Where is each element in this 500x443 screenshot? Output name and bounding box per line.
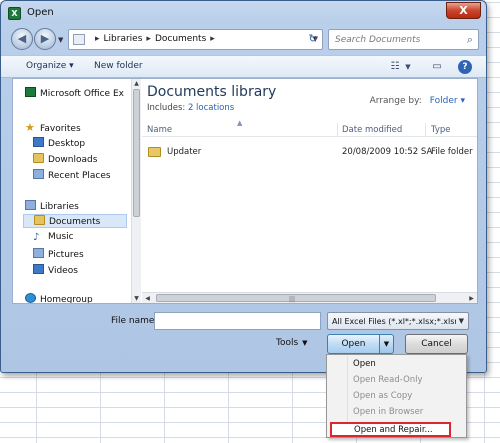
menu-item-open-read-only: Open Read-Only xyxy=(353,375,423,385)
column-type[interactable]: Type xyxy=(431,125,451,135)
column-header-row: ▲ Name Date modified Type xyxy=(142,119,477,137)
nav-item-videos[interactable]: Videos xyxy=(33,264,78,276)
file-type-value: All Excel Files (*.xl*;*.xlsx;*.xlsm; xyxy=(332,317,456,326)
file-name-input[interactable] xyxy=(154,312,321,330)
column-name[interactable]: Name xyxy=(147,125,172,135)
command-toolbar: Organize ▾ New folder ☷ ▼ ▭ ? xyxy=(1,55,486,78)
scroll-down-arrow[interactable]: ▼ xyxy=(132,294,141,303)
pictures-icon xyxy=(33,248,44,258)
navigation-scroll-thumb[interactable] xyxy=(133,89,140,217)
libraries-icon xyxy=(25,200,36,210)
star-icon: ★ xyxy=(25,121,35,134)
file-name: Updater xyxy=(167,147,202,157)
folder-icon xyxy=(148,147,161,157)
locations-link[interactable]: 2 locations xyxy=(188,103,234,113)
horizontal-scrollbar[interactable]: ◀ ||| ▶ xyxy=(142,292,477,303)
music-icon: ♪ xyxy=(33,232,40,243)
menu-item-open-in-browser: Open in Browser xyxy=(353,407,424,417)
refresh-icon[interactable]: ↻ xyxy=(306,32,320,46)
homegroup-icon xyxy=(25,293,36,303)
desktop-icon xyxy=(33,137,44,147)
file-name-label: File name: xyxy=(111,316,158,326)
organize-button[interactable]: Organize ▾ xyxy=(26,61,74,71)
new-folder-button[interactable]: New folder xyxy=(94,61,143,71)
file-type-select[interactable]: All Excel Files (*.xl*;*.xlsx;*.xlsm; ▼ xyxy=(327,312,469,330)
forward-button[interactable]: ▶ xyxy=(34,28,56,50)
preview-pane-icon[interactable]: ▭ xyxy=(429,59,445,75)
menu-item-open-and-repair[interactable]: Open and Repair... xyxy=(330,422,451,437)
videos-icon xyxy=(33,264,44,274)
excel-icon xyxy=(25,87,36,97)
column-divider[interactable] xyxy=(337,123,338,136)
sort-indicator-icon: ▲ xyxy=(237,119,243,127)
window-title: Open xyxy=(27,7,54,18)
downloads-folder-icon xyxy=(33,153,44,163)
address-bar[interactable]: ▸ Libraries ▸ Documents ▸ ▼ xyxy=(68,29,323,50)
change-view-icon[interactable]: ☷ xyxy=(387,59,403,75)
title-bar: X Open X xyxy=(1,1,486,25)
file-type: File folder xyxy=(431,147,473,157)
menu-item-open-as-copy: Open as Copy xyxy=(353,391,413,401)
nav-item-desktop[interactable]: Desktop xyxy=(33,137,85,149)
navigation-scrollbar[interactable]: ▲ ▼ xyxy=(131,79,141,303)
recent-locations-dropdown[interactable]: ▼ xyxy=(58,36,63,44)
search-input[interactable]: Search Documents ⌕ xyxy=(328,29,479,50)
excel-app-icon: X xyxy=(8,7,21,20)
open-and-repair-label: Open and Repair... xyxy=(354,425,433,435)
chevron-down-icon: ▼ xyxy=(458,317,464,325)
nav-header-libraries[interactable]: Libraries xyxy=(25,200,79,212)
help-icon[interactable]: ? xyxy=(458,60,472,74)
nav-item-pictures[interactable]: Pictures xyxy=(33,248,84,260)
nav-item-microsoft-office[interactable]: Microsoft Office Ex xyxy=(25,87,124,99)
nav-item-recent-places[interactable]: Recent Places xyxy=(33,169,111,181)
nav-item-homegroup[interactable]: Homegroup xyxy=(25,293,93,303)
scroll-up-arrow[interactable]: ▲ xyxy=(132,79,141,88)
search-placeholder: Search Documents xyxy=(335,35,421,45)
breadcrumb-libraries[interactable]: Libraries xyxy=(104,34,143,44)
documents-icon xyxy=(34,215,45,225)
libraries-icon xyxy=(73,34,85,45)
scroll-left-arrow[interactable]: ◀ xyxy=(143,294,152,303)
horizontal-scroll-thumb[interactable]: ||| xyxy=(156,294,436,303)
recent-places-icon xyxy=(33,169,44,179)
menu-item-open[interactable]: Open xyxy=(353,359,376,369)
arrange-by: Arrange by: Folder ▾ xyxy=(369,96,465,106)
column-date-modified[interactable]: Date modified xyxy=(342,125,402,135)
library-includes: Includes: 2 locations xyxy=(147,103,235,113)
open-options-dropdown[interactable]: ▼ xyxy=(379,334,394,354)
view-options-dropdown[interactable]: ▼ xyxy=(403,59,413,75)
scroll-right-arrow[interactable]: ▶ xyxy=(467,294,476,303)
file-date: 20/08/2009 10:52 SA xyxy=(342,147,433,157)
nav-item-downloads[interactable]: Downloads xyxy=(33,153,97,165)
breadcrumb: ▸ Libraries ▸ Documents ▸ xyxy=(95,34,215,44)
tools-button[interactable]: Tools ▼ xyxy=(276,338,308,348)
navigation-pane: Microsoft Office Ex ★ Favorites Desktop D… xyxy=(13,79,131,303)
file-list-pane: Documents library Includes: 2 locations … xyxy=(142,79,477,303)
nav-item-music[interactable]: ♪ Music xyxy=(33,232,74,243)
breadcrumb-documents[interactable]: Documents xyxy=(155,34,206,44)
nav-header-favorites[interactable]: ★ Favorites xyxy=(25,121,81,134)
browser-area: Microsoft Office Ex ★ Favorites Desktop D… xyxy=(12,78,478,304)
library-title: Documents library xyxy=(147,84,277,100)
column-divider[interactable] xyxy=(425,123,426,136)
close-button[interactable]: X xyxy=(446,2,481,19)
arrange-by-dropdown[interactable]: Folder ▾ xyxy=(430,96,465,106)
chevron-down-icon: ▼ xyxy=(302,339,308,347)
open-dialog: X Open X ◀ ▶ ▼ ▸ Libraries ▸ Documents ▸ ▼ ↻… xyxy=(0,0,487,373)
search-icon: ⌕ xyxy=(466,33,473,46)
file-row[interactable]: Updater 20/08/2009 10:52 SA File folder xyxy=(142,144,477,161)
back-button[interactable]: ◀ xyxy=(11,28,33,50)
open-button[interactable]: Open xyxy=(327,334,380,354)
address-row: ◀ ▶ ▼ ▸ Libraries ▸ Documents ▸ ▼ ↻ Search D… xyxy=(1,27,486,55)
cancel-button[interactable]: Cancel xyxy=(405,334,468,354)
nav-item-documents[interactable]: Documents xyxy=(23,214,127,228)
